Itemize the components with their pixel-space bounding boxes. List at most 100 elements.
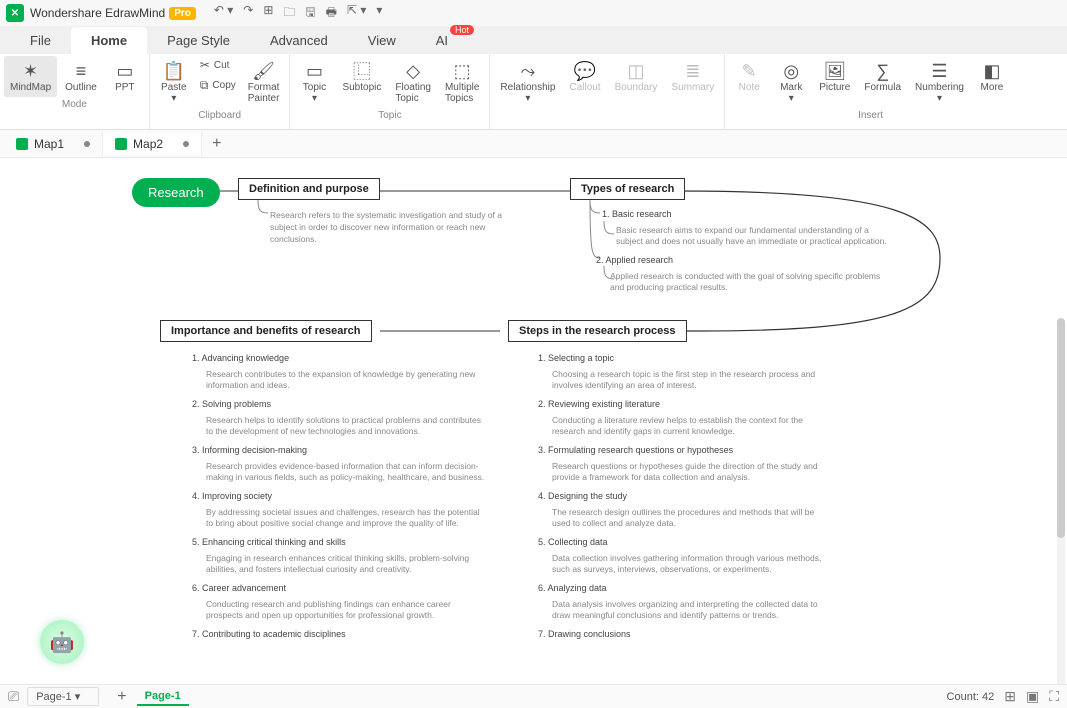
tab-advanced[interactable]: Advanced	[250, 27, 348, 54]
scroll-thumb[interactable]	[1057, 318, 1065, 538]
add-document-button[interactable]: +	[202, 131, 231, 157]
topic-icon: ▭	[306, 60, 323, 82]
ribbon: ✶MindMap ≡Outline ▭PPT Mode 📋Paste▾ ✂Cut…	[0, 54, 1067, 130]
node-advancing-knowledge[interactable]: 1. Advancing knowledgeResearch contribut…	[192, 352, 486, 392]
undo-icon[interactable]: ↶ ▾	[214, 3, 233, 24]
multiple-topics-button[interactable]: ⬚Multiple Topics	[439, 56, 485, 108]
node-formulating-questions[interactable]: 3. Formulating research questions or hyp…	[538, 444, 832, 484]
mark-icon: ◎	[783, 60, 799, 82]
group-label-mode: Mode	[62, 97, 87, 112]
node-informing-decisions[interactable]: 3. Informing decision-makingResearch pro…	[192, 444, 486, 484]
node-improving-society[interactable]: 4. Improving societyBy addressing societ…	[192, 490, 486, 530]
format-painter-button[interactable]: 🖌Format Painter	[242, 56, 286, 108]
save-icon[interactable]: 🖫	[305, 3, 315, 24]
callout-icon: 💬	[574, 60, 596, 82]
node-definition[interactable]: Definition and purpose	[238, 178, 380, 200]
note-button[interactable]: ✎Note	[729, 56, 769, 97]
node-applied-research[interactable]: 2. Applied researchApplied research is c…	[596, 254, 890, 294]
ppt-button[interactable]: ▭PPT	[105, 56, 145, 97]
picture-icon: 🖼	[823, 60, 846, 82]
open-icon[interactable]: 🗀	[283, 3, 295, 24]
group-label-topic: Topic	[378, 108, 401, 123]
print-icon[interactable]: 🖶	[326, 3, 337, 24]
tab-home[interactable]: Home	[71, 27, 147, 54]
add-page-button[interactable]: +	[117, 688, 126, 706]
numbering-icon: ☰	[931, 60, 947, 82]
node-contributing-academic[interactable]: 7. Contributing to academic disciplines	[192, 628, 346, 641]
node-basic-research[interactable]: 1. Basic researchBasic research aims to …	[602, 208, 896, 248]
node-critical-thinking[interactable]: 5. Enhancing critical thinking and skill…	[192, 536, 486, 576]
vertical-scrollbar[interactable]	[1057, 318, 1065, 684]
group-topic: ▭Topic▾ ⿺Subtopic ◇Floating Topic ⬚Multi…	[290, 54, 490, 129]
node-drawing-conclusions[interactable]: 7. Drawing conclusions	[538, 628, 631, 641]
pro-badge: Pro	[169, 7, 196, 20]
summary-icon: ≣	[685, 60, 700, 82]
qat-more-icon[interactable]: ▾	[376, 3, 382, 24]
doc-tab-map1[interactable]: Map1	[4, 133, 103, 155]
numbering-button[interactable]: ☰Numbering▾	[909, 56, 970, 108]
connector-lines	[0, 158, 1067, 684]
pages-panel-icon[interactable]: ⎚	[8, 688, 19, 705]
fullscreen-icon[interactable]: ⛶	[1049, 688, 1059, 705]
paste-button[interactable]: 📋Paste▾	[154, 56, 194, 108]
mark-button[interactable]: ◎Mark▾	[771, 56, 811, 108]
paste-icon: 📋	[163, 60, 185, 82]
formula-button[interactable]: ∑Formula	[858, 56, 907, 97]
group-clipboard: 📋Paste▾ ✂Cut ⧉Copy 🖌Format Painter Clipb…	[150, 54, 291, 129]
tab-ai[interactable]: AIHot	[416, 27, 468, 54]
node-analyzing-data[interactable]: 6. Analyzing dataData analysis involves …	[538, 582, 832, 622]
node-reviewing-literature[interactable]: 2. Reviewing existing literatureConducti…	[538, 398, 832, 438]
node-types[interactable]: Types of research	[570, 178, 685, 200]
doc-tab-map2[interactable]: Map2	[103, 133, 202, 155]
root-node[interactable]: Research	[132, 178, 220, 207]
node-career-advancement[interactable]: 6. Career advancementConducting research…	[192, 582, 486, 622]
group-connect: ⤳Relationship▾ 💬Callout ◫Boundary ≣Summa…	[490, 54, 725, 129]
node-solving-problems[interactable]: 2. Solving problemsResearch helps to ide…	[192, 398, 486, 438]
tab-view[interactable]: View	[348, 27, 416, 54]
picture-button[interactable]: 🖼Picture	[813, 56, 856, 97]
subtopic-button[interactable]: ⿺Subtopic	[336, 56, 387, 97]
copy-icon: ⧉	[200, 78, 209, 93]
tab-page-style[interactable]: Page Style	[147, 27, 250, 54]
node-steps[interactable]: Steps in the research process	[508, 320, 687, 342]
outline-icon: ≡	[76, 60, 87, 82]
copy-button[interactable]: ⧉Copy	[196, 76, 240, 95]
ai-assistant-button[interactable]: 🤖	[40, 620, 84, 664]
node-selecting-topic[interactable]: 1. Selecting a topicChoosing a research …	[538, 352, 832, 392]
new-icon[interactable]: ⊞	[263, 3, 273, 24]
group-label-clipboard: Clipboard	[198, 108, 241, 123]
page-select[interactable]: Page-1 ▾	[27, 687, 99, 706]
node-designing-study[interactable]: 4. Designing the studyThe research desig…	[538, 490, 832, 530]
boundary-button[interactable]: ◫Boundary	[609, 56, 664, 97]
brush-icon: 🖌	[252, 60, 275, 82]
view-mode2-icon[interactable]: ▣	[1026, 688, 1039, 705]
redo-icon[interactable]: ↷	[243, 3, 253, 24]
unsaved-dot-icon	[84, 141, 90, 147]
outline-button[interactable]: ≡Outline	[59, 56, 103, 97]
topic-button[interactable]: ▭Topic▾	[294, 56, 334, 108]
boundary-icon: ◫	[628, 60, 645, 82]
summary-button[interactable]: ≣Summary	[665, 56, 720, 97]
callout-button[interactable]: 💬Callout	[563, 56, 606, 97]
mindmap-button[interactable]: ✶MindMap	[4, 56, 57, 97]
page-tab[interactable]: Page-1	[137, 688, 189, 706]
app-name: Wondershare EdrawMind	[30, 6, 165, 20]
tab-file[interactable]: File	[10, 27, 71, 54]
node-definition-detail[interactable]: Research refers to the systematic invest…	[270, 210, 530, 246]
node-importance[interactable]: Importance and benefits of research	[160, 320, 372, 342]
more-button[interactable]: ◧More	[972, 56, 1012, 97]
cut-button[interactable]: ✂Cut	[196, 56, 240, 74]
view-mode1-icon[interactable]: ⊞	[1004, 688, 1016, 705]
relationship-button[interactable]: ⤳Relationship▾	[494, 56, 561, 108]
mindmap-icon: ✶	[23, 60, 38, 82]
formula-icon: ∑	[876, 60, 889, 82]
quick-access-toolbar: ↶ ▾ ↷ ⊞ 🗀 🖫 🖶 ⇱ ▾ ▾	[214, 3, 383, 24]
mindmap-canvas[interactable]: Research Definition and purpose Research…	[0, 158, 1067, 684]
group-insert: ✎Note ◎Mark▾ 🖼Picture ∑Formula ☰Numberin…	[725, 54, 1016, 129]
multiple-icon: ⬚	[454, 60, 471, 82]
cut-icon: ✂	[200, 58, 210, 72]
floating-topic-button[interactable]: ◇Floating Topic	[389, 56, 437, 108]
menu-bar: File Home Page Style Advanced View AIHot	[0, 26, 1067, 54]
export-icon[interactable]: ⇱ ▾	[347, 3, 366, 24]
node-collecting-data[interactable]: 5. Collecting dataData collection involv…	[538, 536, 832, 576]
